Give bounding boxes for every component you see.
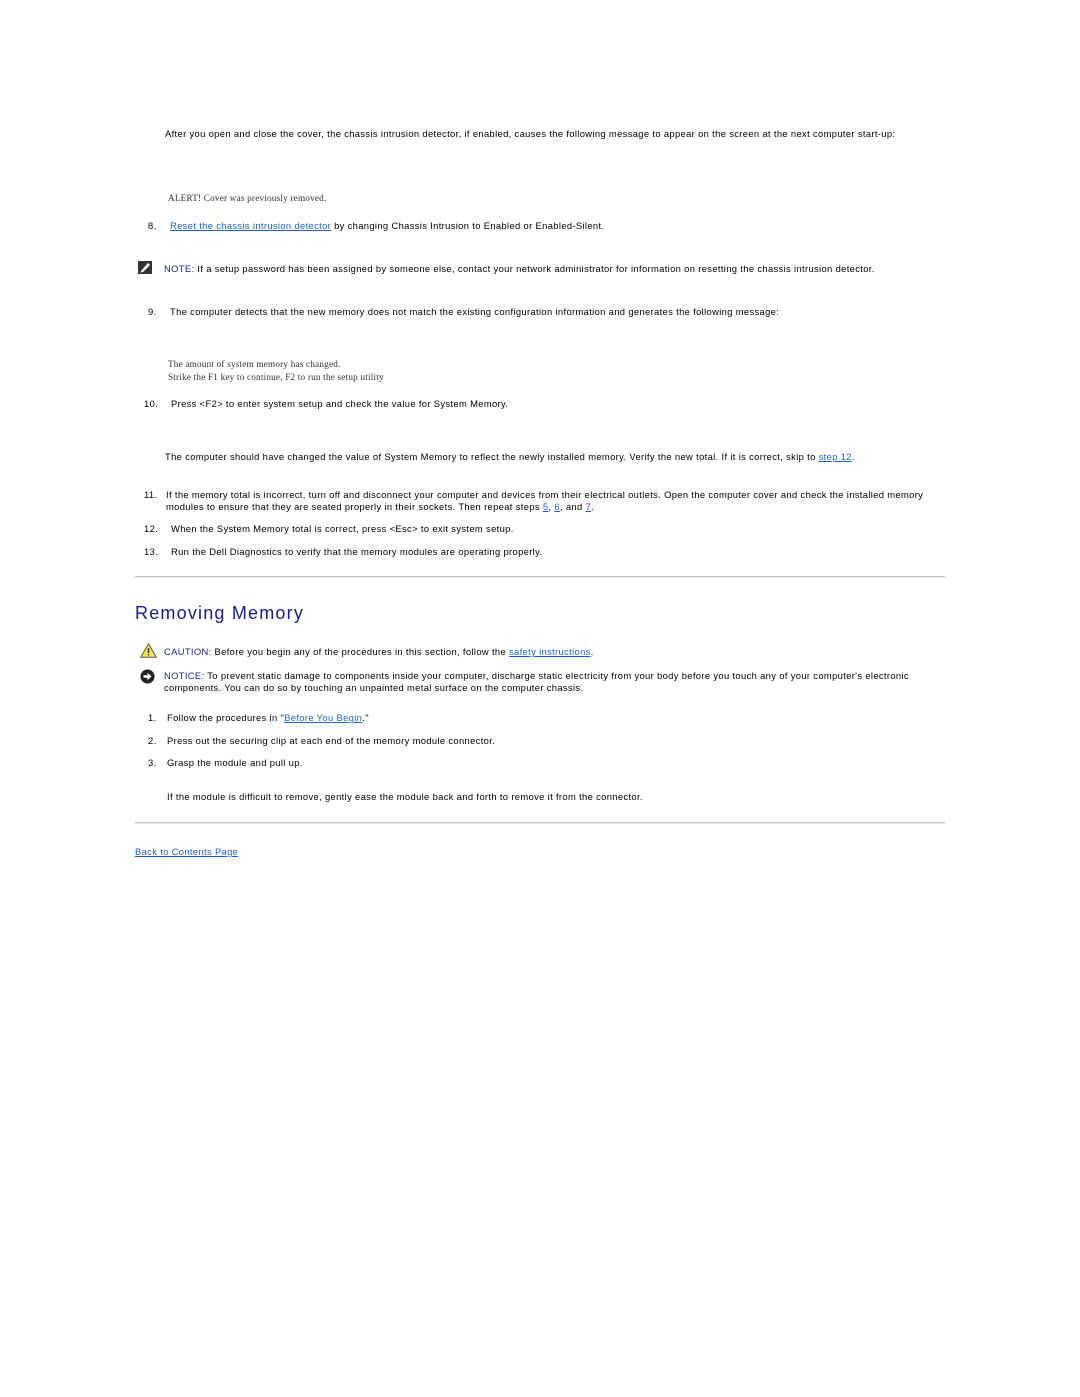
step-number: 10.	[144, 398, 159, 409]
memory-message: The amount of system memory has changed.…	[168, 358, 384, 383]
memory-message-line-1: The amount of system memory has changed.	[168, 359, 341, 369]
step-number: 2.	[148, 735, 157, 746]
step-number: 12.	[144, 523, 159, 534]
caution-paragraph: CAUTION: Before you begin any of the pro…	[164, 646, 944, 658]
step-text: Run the Dell Diagnostics to verify that …	[171, 546, 543, 557]
caution-triangle-icon	[139, 642, 158, 660]
step-text: When the System Memory total is correct,…	[171, 523, 514, 534]
note-text: If a setup password has been assigned by…	[194, 263, 875, 274]
step-text: The computer detects that the new memory…	[170, 306, 780, 317]
step-text: Reset the chassis intrusion detector by …	[170, 220, 945, 232]
before-you-begin-link[interactable]: Before You Begin	[284, 712, 362, 723]
removing-step-3-detail: If the module is difficult to remove, ge…	[167, 791, 643, 802]
caution-text: Before you begin any of the procedures i…	[211, 646, 509, 657]
step-number: 1.	[148, 712, 157, 723]
intro-paragraph: After you open and close the cover, the …	[165, 128, 896, 139]
note-label: NOTE:	[164, 263, 195, 274]
step-text-prefix: Follow the procedures in "	[167, 712, 285, 723]
notice-paragraph: NOTICE: To prevent static damage to comp…	[164, 670, 944, 693]
step-number: 3.	[148, 757, 157, 768]
step-number: 11.	[144, 489, 158, 500]
step-text: Grasp the module and pull up.	[167, 757, 303, 768]
step-text: If the memory total is incorrect, turn o…	[166, 489, 946, 512]
step-text: Press <F2> to enter system setup and che…	[171, 398, 509, 409]
caution-suffix: .	[590, 646, 594, 657]
section-divider	[135, 576, 945, 578]
step-text-rest: by changing Chassis Intrusion to Enabled…	[331, 220, 605, 231]
step-text: Press out the securing clip at each end …	[167, 735, 496, 746]
notice-arrow-icon	[140, 669, 155, 686]
step-number: 13.	[144, 546, 159, 557]
detail-text: The computer should have changed the val…	[165, 451, 819, 462]
notice-text: To prevent static damage to components i…	[164, 670, 909, 693]
notice-label: NOTICE:	[164, 670, 205, 681]
note-pencil-icon	[138, 261, 152, 276]
step-10-detail: The computer should have changed the val…	[165, 451, 945, 463]
detail-suffix: .	[851, 451, 855, 462]
safety-instructions-link[interactable]: safety instructions	[509, 646, 591, 657]
step-number: 8.	[148, 220, 157, 231]
step-text: Follow the procedures in "Before You Beg…	[167, 712, 942, 724]
step-number: 9.	[148, 306, 157, 317]
back-to-contents-link[interactable]: Back to Contents Page	[135, 846, 238, 857]
alert-message: ALERT! Cover was previously removed.	[168, 193, 327, 203]
memory-message-line-2: Strike the F1 key to continue, F2 to run…	[168, 371, 384, 382]
step-12-link[interactable]: step 12	[819, 451, 852, 462]
separator: , and	[559, 500, 586, 512]
note-paragraph: NOTE: If a setup password has been assig…	[164, 263, 944, 275]
reset-intrusion-detector-link[interactable]: Reset the chassis intrusion detector	[170, 220, 331, 231]
step-text-suffix: ."	[362, 712, 369, 723]
section-heading-removing-memory: Removing Memory	[135, 603, 305, 623]
footer-divider	[135, 822, 945, 824]
caution-label: CAUTION:	[164, 646, 212, 657]
suffix: .	[591, 500, 595, 512]
